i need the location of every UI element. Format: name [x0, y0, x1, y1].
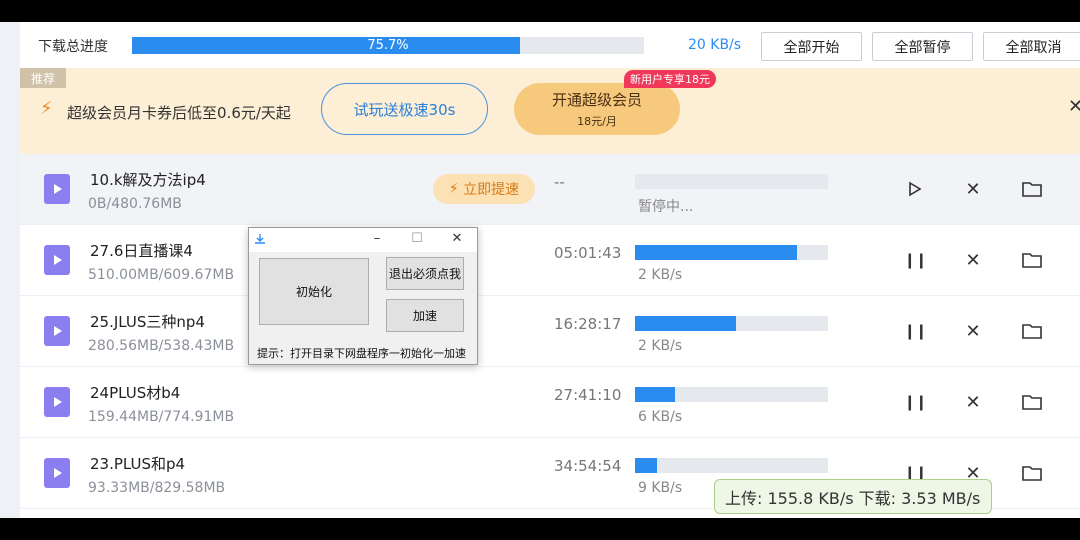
boost-button[interactable]: ⚡ 立即提速 [433, 174, 535, 204]
close-icon[interactable]: ✕ [1068, 96, 1080, 117]
download-row[interactable]: 10.k解及方法ip4 0B/480.76MB ⚡ 立即提速 -- 暂停中...… [20, 154, 1080, 225]
time-remaining: 05:01:43 [554, 244, 622, 262]
pause-icon[interactable]: ❙❙ [903, 391, 927, 413]
maximize-icon[interactable]: ☐ [407, 231, 427, 246]
row-progress-bar [635, 174, 828, 189]
file-size: 159.44MB/774.91MB [88, 409, 235, 425]
file-name: 23.PLUS和p4 [90, 455, 186, 473]
vip-button-label: 开通超级会员 [551, 91, 642, 109]
top-black-band [0, 0, 1080, 22]
row-progress-bar [635, 316, 828, 331]
boost-label: 立即提速 [463, 182, 520, 198]
pause-all-button[interactable]: 全部暂停 [872, 32, 973, 61]
speedup-helper-dialog: – ☐ ✕ 初始化 退出必须点我 加速 提示：打开目录下网盘程序一初始化一加速 [248, 227, 478, 365]
row-progress-fill [635, 458, 657, 473]
time-remaining: 34:54:54 [554, 457, 622, 475]
download-header: 下载总进度 75.7% 20 KB/s 全部开始 全部暂停 全部取消 [20, 22, 1080, 68]
speedup-button[interactable]: 加速 [386, 299, 464, 332]
row-status: 暂停中... [638, 199, 694, 215]
video-file-icon [44, 174, 70, 204]
delete-icon[interactable]: ✕ [962, 249, 984, 271]
minimize-icon[interactable]: – [367, 231, 387, 246]
folder-icon[interactable] [1021, 391, 1043, 413]
file-size: 0B/480.76MB [88, 196, 182, 212]
new-user-badge: 新用户专享18元 [624, 70, 716, 88]
file-name: 24PLUS材b4 [90, 384, 181, 402]
dialog-titlebar[interactable]: – ☐ ✕ [249, 228, 477, 252]
total-progress-bar: 75.7% [132, 37, 644, 54]
row-progress-bar [635, 245, 828, 260]
file-name: 27.6日直播课4 [90, 242, 193, 260]
file-size: 280.56MB/538.43MB [88, 338, 235, 354]
file-name: 10.k解及方法ip4 [90, 171, 206, 189]
cancel-all-button[interactable]: 全部取消 [983, 32, 1080, 61]
play-icon[interactable] [904, 178, 926, 200]
row-progress-bar [635, 458, 828, 473]
exit-button[interactable]: 退出必须点我 [386, 257, 464, 290]
delete-icon[interactable]: ✕ [962, 391, 984, 413]
download-app-icon [254, 233, 266, 248]
open-vip-button[interactable]: 开通超级会员 18元/月 [514, 83, 680, 135]
folder-icon[interactable] [1021, 320, 1043, 342]
folder-icon[interactable] [1021, 249, 1043, 271]
promo-text: 超级会员月卡券后低至0.6元/天起 [67, 104, 291, 122]
delete-icon[interactable]: ✕ [962, 178, 984, 200]
file-size: 93.33MB/829.58MB [88, 480, 226, 496]
pause-icon[interactable]: ❙❙ [903, 249, 927, 271]
total-speed: 20 KB/s [688, 37, 742, 53]
initialize-button[interactable]: 初始化 [259, 258, 369, 325]
file-name: 25.JLUS三种np4 [90, 313, 205, 331]
row-progress-fill [635, 316, 736, 331]
row-progress-fill [635, 245, 797, 260]
bottom-black-band [0, 518, 1080, 540]
try-speedup-button[interactable]: 试玩送极速30s [321, 83, 488, 135]
start-all-button[interactable]: 全部开始 [761, 32, 862, 61]
close-icon[interactable]: ✕ [447, 231, 467, 246]
vip-promo-banner: 推荐 ⚡ 超级会员月卡券后低至0.6元/天起 试玩送极速30s 开通超级会员 1… [20, 68, 1080, 154]
lightning-icon: ⚡ [40, 98, 53, 119]
total-progress-text: 75.7% [367, 38, 409, 53]
video-file-icon [44, 458, 70, 488]
total-progress-label: 下载总进度 [38, 39, 108, 55]
vip-button-price: 18元/月 [577, 115, 617, 128]
row-status: 2 KB/s [638, 267, 683, 283]
dialog-hint: 提示：打开目录下网盘程序一初始化一加速 [257, 347, 466, 360]
row-progress-bar [635, 387, 828, 402]
time-remaining: 27:41:10 [554, 386, 622, 404]
netspeed-monitor[interactable]: 上传: 155.8 KB/s 下载: 3.53 MB/s [714, 479, 992, 514]
download-manager-window: 下载总进度 75.7% 20 KB/s 全部开始 全部暂停 全部取消 推荐 ⚡ … [0, 22, 1080, 518]
download-row[interactable]: 27.6日直播课4 510.00MB/609.67MB 05:01:43 2 K… [20, 225, 1080, 296]
row-status: 6 KB/s [638, 409, 683, 425]
video-file-icon [44, 387, 70, 417]
row-status: 2 KB/s [638, 338, 683, 354]
delete-icon[interactable]: ✕ [962, 320, 984, 342]
row-status: 9 KB/s [638, 480, 683, 496]
time-remaining: -- [554, 173, 565, 191]
folder-icon[interactable] [1021, 462, 1043, 484]
row-progress-fill [635, 387, 675, 402]
pause-icon[interactable]: ❙❙ [903, 320, 927, 342]
recommend-tag: 推荐 [20, 68, 66, 88]
video-file-icon [44, 316, 70, 346]
lightning-icon: ⚡ [448, 181, 459, 197]
video-file-icon [44, 245, 70, 275]
left-sidebar-strip [0, 22, 20, 518]
download-row[interactable]: 24PLUS材b4 159.44MB/774.91MB 27:41:10 6 K… [20, 367, 1080, 438]
download-row[interactable]: 25.JLUS三种np4 280.56MB/538.43MB 16:28:17 … [20, 296, 1080, 367]
time-remaining: 16:28:17 [554, 315, 622, 333]
folder-icon[interactable] [1021, 178, 1043, 200]
file-size: 510.00MB/609.67MB [88, 267, 235, 283]
